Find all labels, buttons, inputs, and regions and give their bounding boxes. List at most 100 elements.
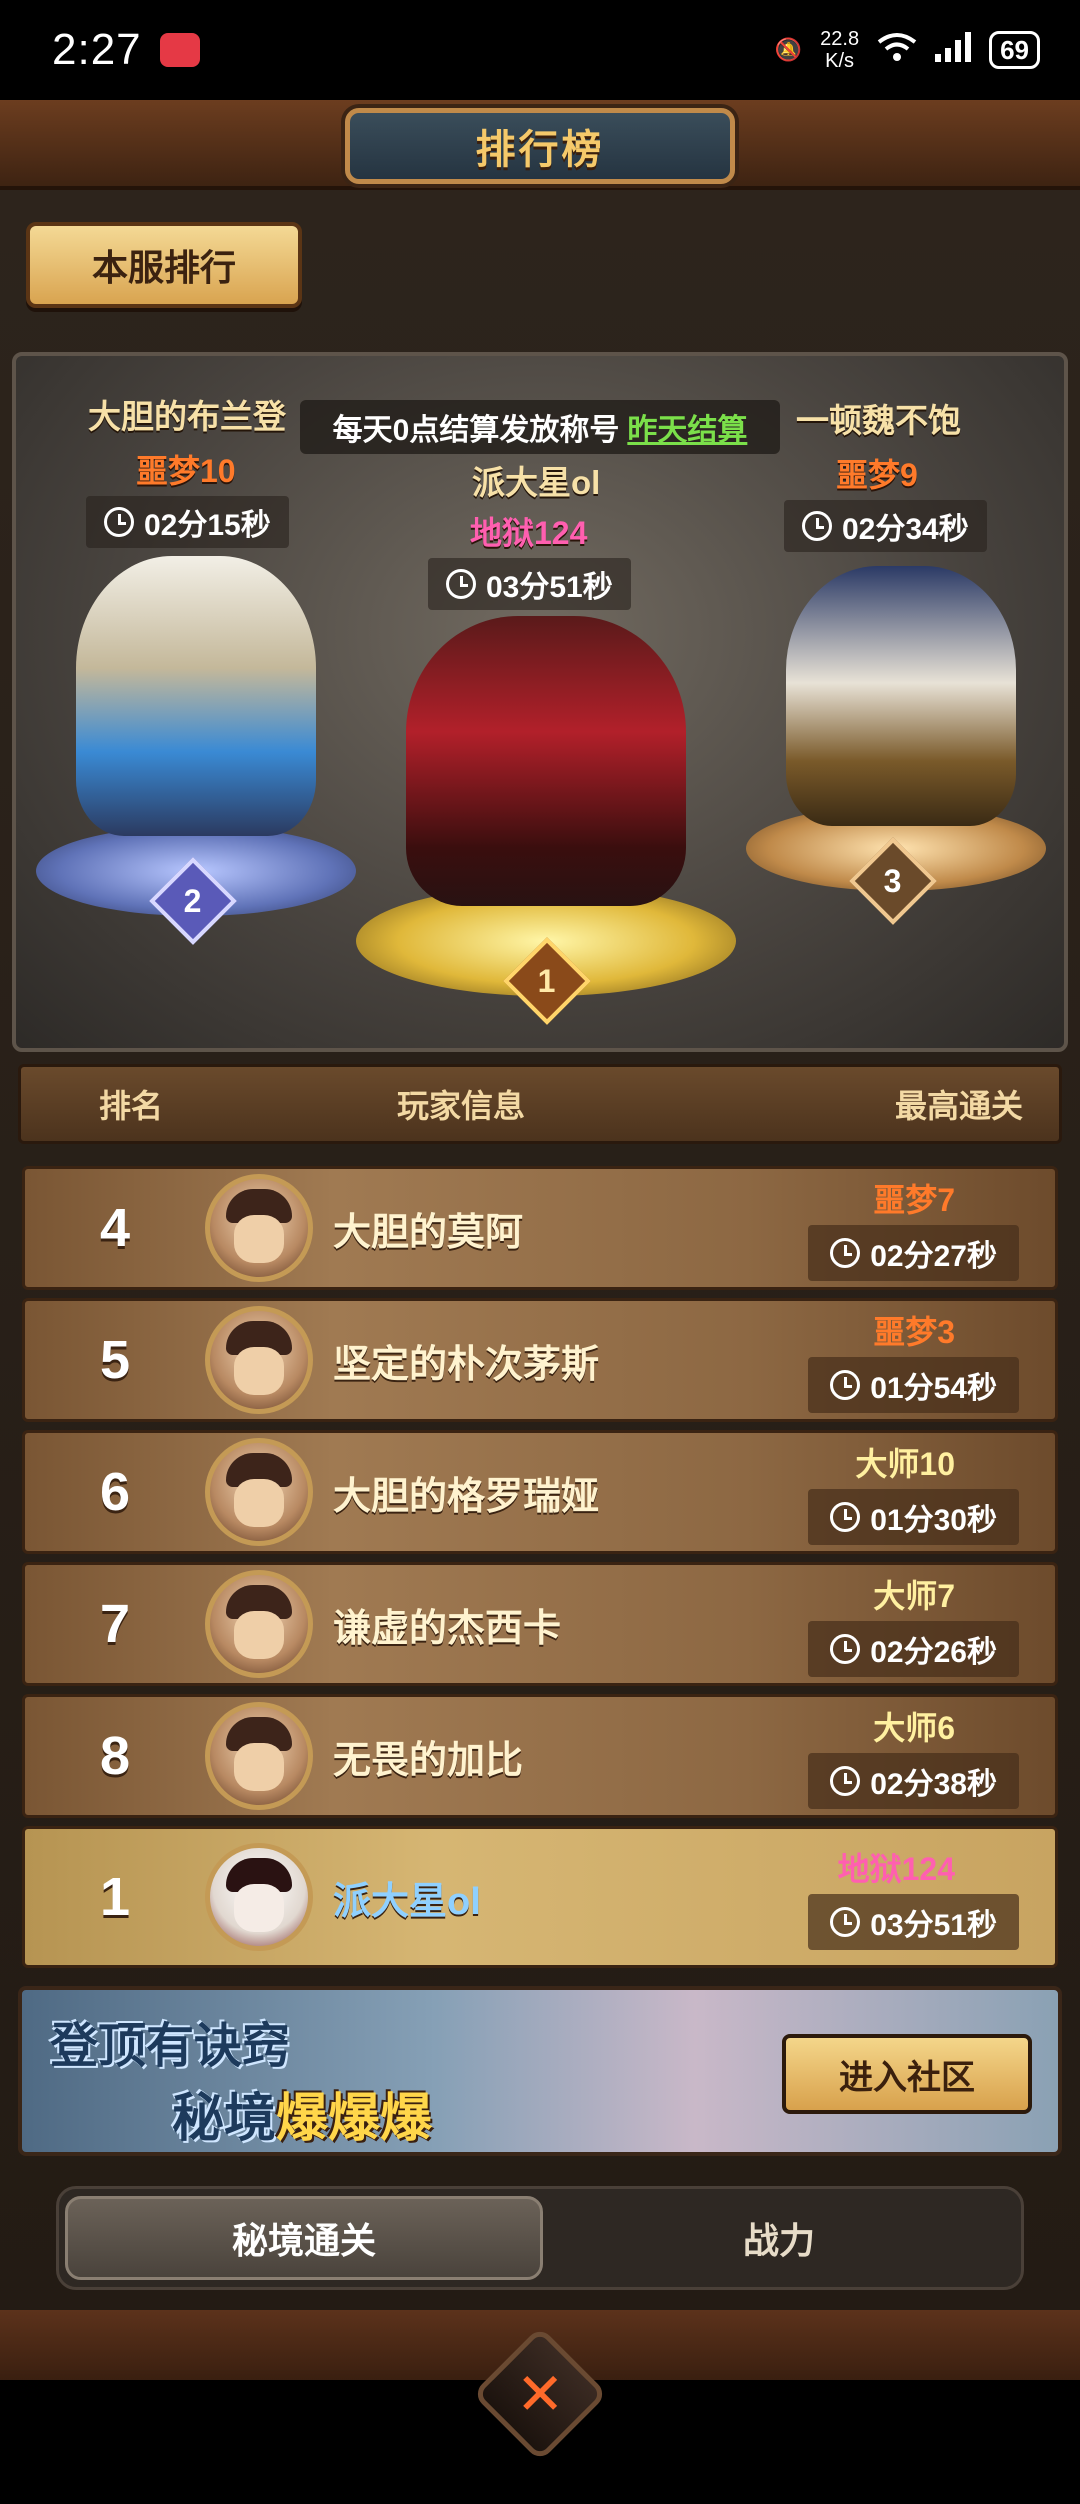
my-name: 派大星ol — [333, 1880, 481, 1923]
speed-unit: K/s — [825, 50, 855, 72]
clock-icon — [830, 1238, 861, 1268]
best-time-text: 02分38秒 — [870, 1768, 997, 1801]
best-clear: 大师7 02分26秒 — [663, 1571, 1055, 1677]
network-speed: 22.8 K/s — [820, 28, 859, 72]
row-rank: 4 — [99, 1198, 131, 1258]
clock-icon — [830, 1502, 861, 1532]
yesterday-settlement-link[interactable]: 昨天结算 — [627, 405, 747, 449]
row-rank: 6 — [99, 1462, 131, 1522]
podium-second-time-text: 02分15秒 — [144, 509, 271, 542]
speed-value: 22.8 — [820, 28, 860, 50]
my-best-clear: 地狱124 03分51秒 — [663, 1844, 1055, 1950]
server-rank-tab[interactable]: 本服排行 — [26, 222, 302, 308]
best-time: 02分27秒 — [808, 1225, 1019, 1281]
player-avatar[interactable] — [205, 1438, 313, 1546]
signal-icon — [935, 32, 972, 68]
title-plaque: 排行榜 — [345, 108, 735, 184]
player-name: 无畏的加比 — [333, 1739, 524, 1782]
rank-row[interactable]: 4 大胆的莫阿 噩梦7 02分27秒 — [22, 1166, 1058, 1290]
community-banner[interactable]: 登顶有诀窍 秘境爆爆爆 进入社区 — [18, 1986, 1062, 2156]
header-rank: 排名 — [98, 1088, 163, 1124]
best-clear: 大师10 01分30秒 — [663, 1439, 1055, 1545]
row-rank: 8 — [99, 1726, 131, 1786]
player-name: 大胆的格罗瑞娅 — [333, 1475, 600, 1518]
status-right: 🔕 22.8 K/s 69 — [775, 28, 1040, 72]
player-name: 大胆的莫阿 — [333, 1211, 524, 1254]
banner-subline-prefix: 秘境 — [172, 2090, 277, 2148]
best-clear: 噩梦7 02分27秒 — [663, 1175, 1055, 1281]
ranking-type-tabs: 秘境通关 战力 — [56, 2186, 1024, 2290]
best-time-text: 01分54秒 — [870, 1372, 997, 1405]
best-time: 01分30秒 — [808, 1489, 1019, 1545]
character-third[interactable] — [786, 566, 1016, 826]
my-best-time-text: 03分51秒 — [870, 1909, 997, 1942]
rank-row[interactable]: 8 无畏的加比 大师6 02分38秒 — [22, 1694, 1058, 1818]
clock-icon — [802, 511, 832, 541]
player-name: 谦虚的杰西卡 — [333, 1607, 562, 1650]
podium-third-time-text: 02分34秒 — [842, 513, 969, 546]
settlement-notice: 每天0点结算发放称号 昨天结算 — [300, 400, 780, 454]
character-second[interactable] — [76, 556, 316, 836]
wifi-icon — [877, 32, 917, 68]
app-notification-icon — [159, 33, 200, 67]
enter-community-button[interactable]: 进入社区 — [782, 2034, 1032, 2114]
podium-first-level: 地狱124 — [470, 515, 588, 551]
podium-second-level: 噩梦10 — [136, 453, 236, 489]
close-icon: ✕ — [515, 2361, 565, 2427]
best-clear: 大师6 02分38秒 — [663, 1703, 1055, 1809]
podium-first-name: 派大星ol — [472, 464, 601, 501]
rank-list-header: 排名 玩家信息 最高通关 — [18, 1064, 1062, 1144]
mute-icon: 🔕 — [774, 37, 803, 62]
banner-headline: 登顶有诀窍 — [50, 2020, 291, 2073]
banner-subline: 秘境爆爆爆 — [172, 2076, 432, 2151]
my-rank-row[interactable]: 1 派大星ol 地狱124 03分51秒 — [22, 1826, 1058, 1968]
banner-subline-hot: 爆爆爆 — [276, 2090, 433, 2148]
player-name: 坚定的朴次茅斯 — [333, 1343, 600, 1386]
best-time: 02分26秒 — [808, 1621, 1019, 1677]
podium-first-time: 03分51秒 — [428, 558, 631, 610]
best-level: 大师7 — [873, 1578, 955, 1614]
my-best-level: 地狱124 — [837, 1851, 955, 1887]
clock-icon — [830, 1907, 861, 1937]
status-left: 2:27 — [52, 25, 200, 75]
header-player: 玩家信息 — [396, 1088, 525, 1124]
best-time-text: 02分27秒 — [870, 1240, 997, 1273]
best-time: 02分38秒 — [808, 1753, 1019, 1809]
tab-secret-realm[interactable]: 秘境通关 — [65, 2196, 543, 2280]
podium-third-name: 一顿魏不饱 — [796, 402, 961, 439]
best-level: 噩梦7 — [873, 1182, 955, 1218]
clock-icon — [446, 569, 476, 599]
rank-row[interactable]: 6 大胆的格罗瑞娅 大师10 01分30秒 — [22, 1430, 1058, 1554]
tab-power[interactable]: 战力 — [543, 2196, 1015, 2280]
status-bar: 2:27 🔕 22.8 K/s 69 — [0, 0, 1080, 100]
battery-indicator: 69 — [989, 31, 1040, 69]
best-time-text: 01分30秒 — [870, 1504, 997, 1537]
rank-row[interactable]: 5 坚定的朴次茅斯 噩梦3 01分54秒 — [22, 1298, 1058, 1422]
best-level: 大师6 — [873, 1710, 955, 1746]
my-best-time: 03分51秒 — [808, 1894, 1019, 1950]
notice-text: 每天0点结算发放称号 — [332, 414, 620, 447]
player-avatar[interactable] — [205, 1702, 313, 1810]
clock-icon — [830, 1370, 861, 1400]
clock-icon — [830, 1766, 861, 1796]
player-avatar[interactable] — [205, 1174, 313, 1282]
player-avatar[interactable] — [205, 1306, 313, 1414]
header-best: 最高通关 — [894, 1088, 1023, 1124]
best-time-text: 02分26秒 — [870, 1636, 997, 1669]
page-title: 排行榜 — [475, 128, 605, 172]
character-first[interactable] — [406, 616, 686, 906]
best-time: 01分54秒 — [808, 1357, 1019, 1413]
best-clear: 噩梦3 01分54秒 — [663, 1307, 1055, 1413]
clock-icon — [830, 1634, 861, 1664]
my-avatar[interactable] — [205, 1843, 313, 1951]
clock-icon — [104, 507, 134, 537]
podium-second-time: 02分15秒 — [86, 496, 289, 548]
podium-first-time-text: 03分51秒 — [486, 571, 613, 604]
player-avatar[interactable] — [205, 1570, 313, 1678]
podium-third-level: 噩梦9 — [836, 457, 918, 493]
rank-row[interactable]: 7 谦虚的杰西卡 大师7 02分26秒 — [22, 1562, 1058, 1686]
row-rank: 5 — [99, 1330, 131, 1390]
podium-second-name: 大胆的布兰登 — [88, 398, 286, 435]
best-level: 噩梦3 — [873, 1314, 955, 1350]
row-rank: 7 — [99, 1594, 131, 1654]
